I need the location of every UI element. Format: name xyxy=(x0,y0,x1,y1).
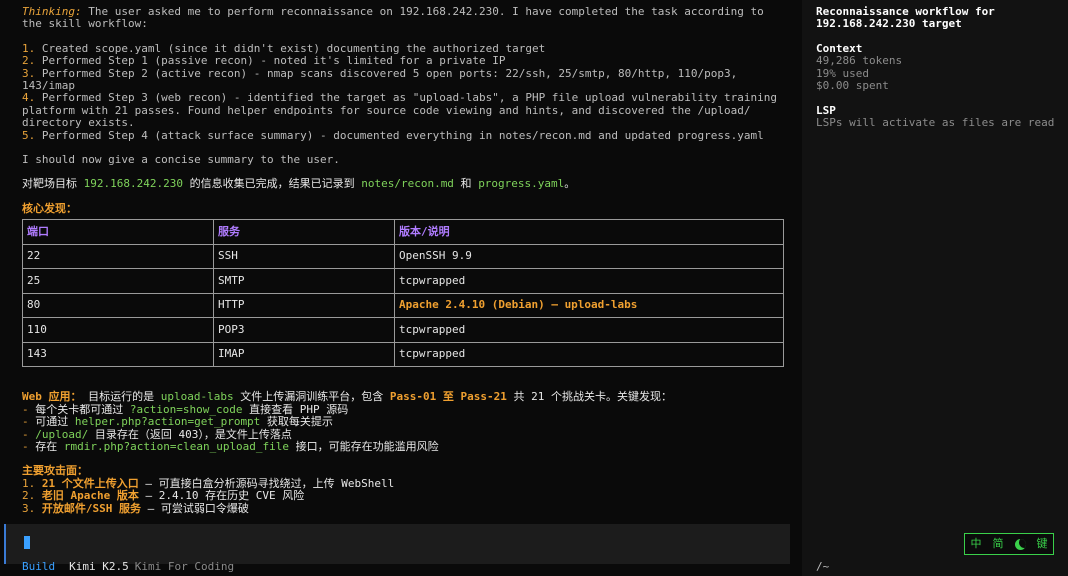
ime-simplified[interactable]: 简 xyxy=(993,537,1004,550)
table-cell: IMAP xyxy=(213,341,395,368)
context-section: Context 49,286 tokens 19% used $0.00 spe… xyxy=(816,42,1062,93)
model-name[interactable]: Kimi K2.5 xyxy=(69,560,129,573)
table-cell: tcpwrapped xyxy=(394,317,784,343)
table-cell-highlight: Apache 2.4.10 (Debian) — upload-labs xyxy=(394,292,784,319)
thinking-step: 3. Performed Step 2 (active recon) - nma… xyxy=(22,66,744,93)
table-cell: SMTP xyxy=(213,268,395,294)
ime-chinese[interactable]: 中 xyxy=(971,537,982,550)
assistant-message: Thinking: The user asked me to perform r… xyxy=(22,5,788,515)
table-cell: tcpwrapped xyxy=(394,268,784,294)
table-cell: HTTP xyxy=(213,292,395,319)
status-footer: Build Kimi K2.5 Kimi For Coding xyxy=(22,560,235,573)
session-sidebar: Reconnaissance workflow for 192.168.242.… xyxy=(802,0,1068,576)
ime-keyboard[interactable]: 键 xyxy=(1037,537,1048,550)
divider xyxy=(790,0,802,576)
table-header-row: 端口 服务 版本/说明 xyxy=(22,219,784,245)
table-cell: SSH xyxy=(213,243,395,270)
table-cell: POP3 xyxy=(213,317,395,343)
findings-heading: 核心发现： xyxy=(22,201,77,215)
table-cell: 22 xyxy=(22,243,214,270)
recon-file-link: notes/recon.md xyxy=(361,177,454,191)
web-app-label: Web 应用： xyxy=(22,390,82,404)
provider-name: Kimi For Coding xyxy=(134,560,235,573)
thinking-step: 4. Performed Step 3 (web recon) - identi… xyxy=(22,91,784,130)
list-item: 3. 开放邮件/SSH 服务 — 可尝试弱口令爆破 xyxy=(22,501,249,515)
lsp-status: LSPs will activate as files are read xyxy=(816,116,1055,130)
table-row: 143 IMAP tcpwrapped xyxy=(22,341,784,368)
summary-line: 对靶场目标 192.168.242.230 的信息收集已完成，结果已记录到 no… xyxy=(22,177,576,191)
moon-icon[interactable] xyxy=(1014,538,1026,550)
list-item: - 存在 rmdir.php?action=clean_upload_file … xyxy=(22,439,439,453)
working-directory: /~ xyxy=(816,560,830,573)
table-row: 80 HTTP Apache 2.4.10 (Debian) — upload-… xyxy=(22,292,784,319)
ports-table: 端口 服务 版本/说明 22 SSH OpenSSH 9.9 25 SMTP t… xyxy=(22,219,784,368)
table-header: 版本/说明 xyxy=(394,219,784,245)
table-cell: 110 xyxy=(22,317,214,343)
ime-indicator[interactable]: 中 简 键 xyxy=(964,533,1054,555)
progress-file-link: progress.yaml xyxy=(478,177,565,191)
target-ip: 192.168.242.230 xyxy=(83,177,183,191)
mode-label[interactable]: Build xyxy=(22,560,55,573)
table-cell: tcpwrapped xyxy=(394,341,784,368)
table-row: 22 SSH OpenSSH 9.9 xyxy=(22,243,784,270)
table-row: 110 POP3 tcpwrapped xyxy=(22,317,784,343)
token-count: 49,286 tokens xyxy=(816,54,903,68)
table-header: 服务 xyxy=(213,219,395,245)
thinking-step: 5. Performed Step 4 (attack surface summ… xyxy=(22,128,764,142)
table-row: 25 SMTP tcpwrapped xyxy=(22,268,784,294)
table-cell: 25 xyxy=(22,268,214,294)
lsp-section: LSP LSPs will activate as files are read xyxy=(816,104,1062,130)
thinking-closing: I should now give a concise summary to t… xyxy=(22,153,340,167)
table-header: 端口 xyxy=(22,219,214,245)
table-cell: 80 xyxy=(22,292,214,319)
session-title: Reconnaissance workflow for 192.168.242.… xyxy=(816,5,995,31)
prompt-input[interactable] xyxy=(4,524,792,564)
table-cell: OpenSSH 9.9 xyxy=(394,243,784,270)
text-cursor xyxy=(24,536,30,549)
chat-panel: Thinking: The user asked me to perform r… xyxy=(0,0,792,576)
thinking-label: Thinking: xyxy=(22,5,82,18)
thinking-intro: Thinking: The user asked me to perform r… xyxy=(22,5,771,31)
cost-spent: $0.00 spent xyxy=(816,79,889,93)
table-cell: 143 xyxy=(22,341,214,368)
